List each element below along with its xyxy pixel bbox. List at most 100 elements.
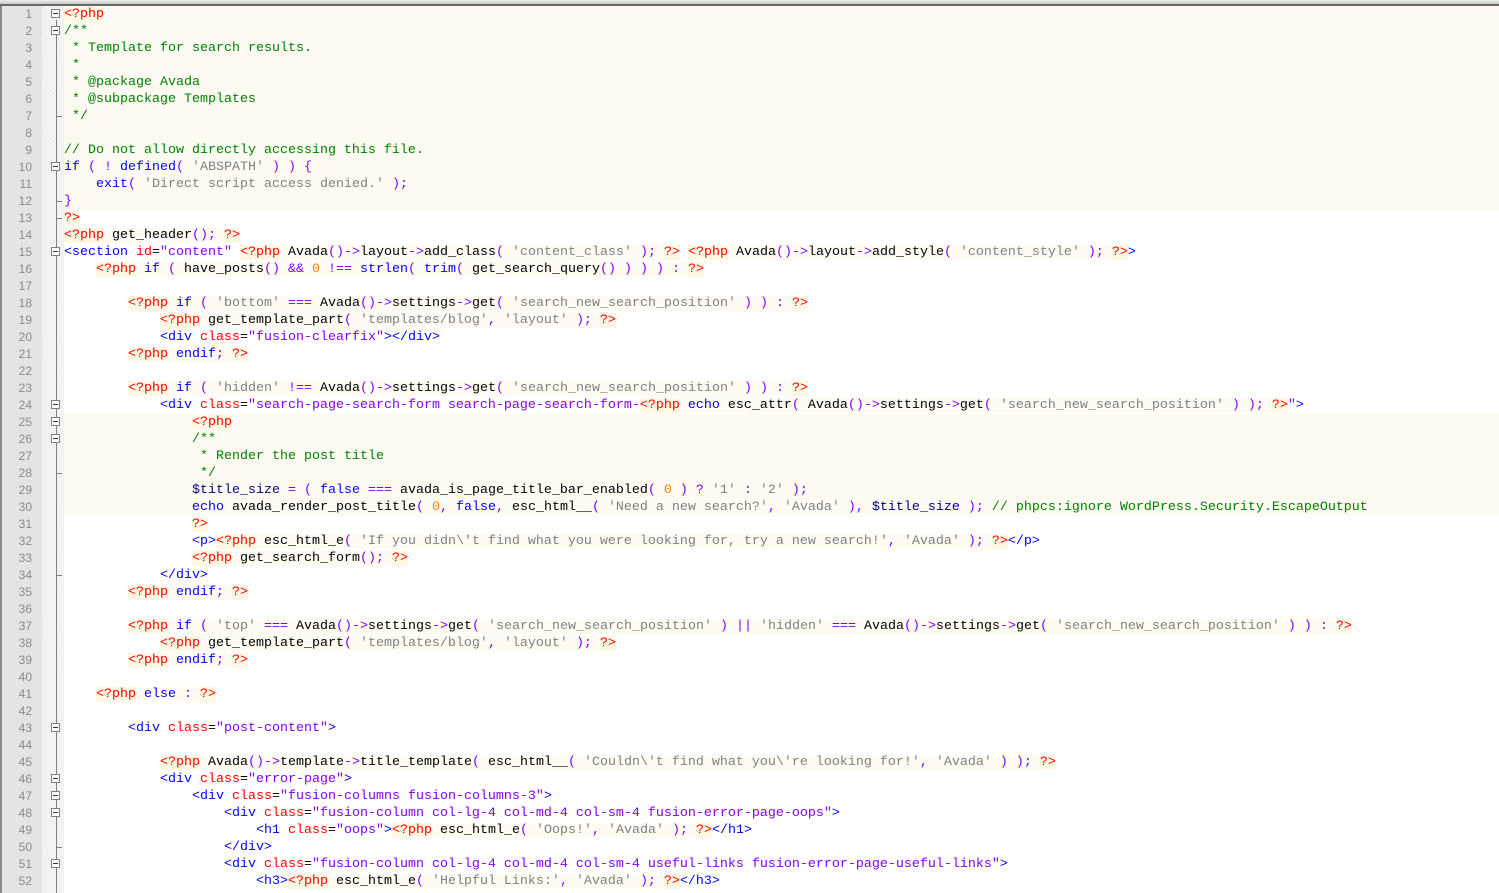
code-line[interactable]: 29 $title_size = ( false === avada_is_pa… [0, 482, 1499, 499]
html-attribute: class [199, 398, 240, 413]
operator: -> [407, 245, 424, 260]
code-line[interactable]: 50 </div> [0, 839, 1499, 856]
code-line[interactable]: 35 <?php endif; ?> [0, 584, 1499, 601]
operator: , [887, 534, 896, 549]
line-number: 46 [18, 772, 32, 786]
code-line[interactable]: 31 ?> [0, 516, 1499, 533]
fold-collapse-icon[interactable] [51, 434, 60, 443]
code-line[interactable]: 18 <?php if ( 'bottom' === Avada()->sett… [0, 295, 1499, 312]
php-code [599, 500, 608, 515]
php-code: settings [392, 381, 456, 396]
code-line[interactable]: 6 * @subpackage Templates [0, 91, 1499, 108]
code-line[interactable]: 45 <?php Avada()->template->title_templa… [0, 754, 1499, 771]
fold-collapse-icon[interactable] [51, 859, 60, 868]
code-line[interactable]: 23 <?php if ( 'hidden' !== Avada()->sett… [0, 380, 1499, 397]
code-line[interactable]: 47 <div class="fusion-columns fusion-col… [0, 788, 1499, 805]
code-line[interactable]: 43 <div class="post-content"> [0, 720, 1499, 737]
php-code [1279, 619, 1288, 634]
code-line[interactable]: 11 exit( 'Direct script access denied.' … [0, 176, 1499, 193]
html-text: = [303, 857, 312, 872]
code-line[interactable]: 15 <section id="content" <?php Avada()->l… [0, 244, 1499, 261]
fold-collapse-icon[interactable] [51, 808, 60, 817]
code-line[interactable]: 28 */ [0, 465, 1499, 482]
code-line[interactable]: 51 <div class="fusion-column col-lg-4 co… [0, 856, 1499, 873]
php-code [504, 296, 512, 311]
fold-collapse-icon[interactable] [51, 723, 60, 732]
operator: ) [999, 755, 1008, 770]
line-number: 16 [18, 262, 32, 276]
fold-collapse-icon[interactable] [51, 400, 60, 409]
code-line[interactable]: 49 <h1 class="oops"><?php esc_html_e( 'O… [0, 822, 1499, 839]
code-line[interactable]: 26 /** [0, 431, 1499, 448]
fold-collapse-icon[interactable] [51, 162, 60, 171]
line-number: 51 [18, 857, 32, 871]
code-line[interactable]: 27 * Render the post title [0, 448, 1499, 465]
fold-collapse-icon[interactable] [51, 791, 60, 800]
php-code [168, 619, 176, 634]
php-code [504, 381, 512, 396]
fold-collapse-icon[interactable] [51, 26, 60, 35]
code-line[interactable]: 38 <?php get_template_part( 'templates/b… [0, 635, 1499, 652]
code-line[interactable]: 22 [0, 363, 1499, 380]
code-line[interactable]: 46 <div class="error-page"> [0, 771, 1499, 788]
keyword: else [144, 687, 176, 702]
code-line[interactable]: 9 // Do not allow directly accessing this… [0, 142, 1499, 159]
code-line[interactable]: 21 <?php endif; ?> [0, 346, 1499, 363]
attribute-value: "fusion-columns fusion-columns-3" [279, 789, 544, 804]
code-line[interactable]: 19 <?php get_template_part( 'templates/b… [0, 312, 1499, 329]
code-line[interactable]: 41 <?php else : ?> [0, 686, 1499, 703]
code-line[interactable]: 16 <?php if ( have_posts() && 0 !== strl… [0, 261, 1499, 278]
code-line[interactable]: 36 [0, 601, 1499, 618]
code-line[interactable]: 12} [0, 193, 1499, 210]
php-code [983, 534, 992, 549]
code-line[interactable]: 10 if ( ! defined( 'ABSPATH' ) ) { [0, 159, 1499, 176]
code-line[interactable]: 24 <div class="search-page-search-form s… [0, 397, 1499, 414]
code-line[interactable]: 8 [0, 125, 1499, 142]
code-line[interactable]: 34 </div> [0, 567, 1499, 584]
code-line[interactable]: 13 ?> [0, 210, 1499, 227]
php-code [735, 381, 744, 396]
code-line[interactable]: 40 [0, 669, 1499, 686]
code-line[interactable]: 5 * @package Avada [0, 74, 1499, 91]
number: 0 [663, 483, 672, 498]
operator: ; [216, 585, 224, 600]
php-delimiter: ?> [200, 687, 216, 702]
php-code: layout [807, 245, 856, 260]
fold-collapse-icon[interactable] [51, 9, 60, 18]
code-line[interactable]: 37 <?php if ( 'top' === Avada()->setting… [0, 618, 1499, 635]
operator: , [767, 500, 776, 515]
code-line[interactable]: 30 echo avada_render_post_title( 0, fals… [0, 499, 1499, 516]
line-number: 33 [18, 551, 32, 565]
fold-collapse-icon[interactable] [51, 774, 60, 783]
code-line[interactable]: 1 <?php [0, 6, 1499, 23]
html-text [256, 806, 264, 821]
code-line[interactable]: 17 [0, 278, 1499, 295]
code-line[interactable]: 4 * [0, 57, 1499, 74]
code-editor[interactable]: 1 <?php 2/** 3 * Template for search result… [0, 6, 1499, 890]
string: '1' [711, 483, 736, 498]
line-number: 25 [18, 415, 32, 429]
code-line[interactable]: 32 <p><?php esc_html_e( 'If you didn\'t … [0, 533, 1499, 550]
operator: () [263, 262, 280, 277]
code-line[interactable]: 39 <?php endif; ?> [0, 652, 1499, 669]
operator: ) [287, 160, 296, 175]
code-line[interactable]: 7 */ [0, 108, 1499, 125]
fold-collapse-icon[interactable] [51, 417, 60, 426]
code-line[interactable]: 42 [0, 703, 1499, 720]
code-line[interactable]: 33 <?php get_search_form(); ?> [0, 550, 1499, 567]
fold-collapse-icon[interactable] [51, 247, 60, 256]
code-line[interactable]: 20 <div class="fusion-clearfix"></div> [0, 329, 1499, 346]
code-line[interactable]: 52 <h3><?php esc_html_e( 'Helpful Links:… [0, 873, 1499, 890]
string: 'search_new_search_position' [1055, 619, 1280, 634]
code-text: <h1 class="oops"><?php esc_html_e( 'Oops… [64, 822, 1499, 839]
code-line[interactable]: 2 /** [0, 23, 1499, 40]
code-line[interactable]: 14 <?php get_header(); ?> [0, 227, 1499, 244]
code-line[interactable]: 44 [0, 737, 1499, 754]
code-line[interactable]: 48 <div class="fusion-column col-lg-4 co… [0, 805, 1499, 822]
attribute-value: "oops" [335, 823, 384, 838]
code-line[interactable]: 3 * Template for search results. [0, 40, 1499, 57]
keyword: echo [687, 398, 720, 413]
code-line[interactable]: 25 <?php [0, 414, 1499, 431]
code-text: <section id="content" <?php Avada()->lay… [64, 244, 1499, 261]
